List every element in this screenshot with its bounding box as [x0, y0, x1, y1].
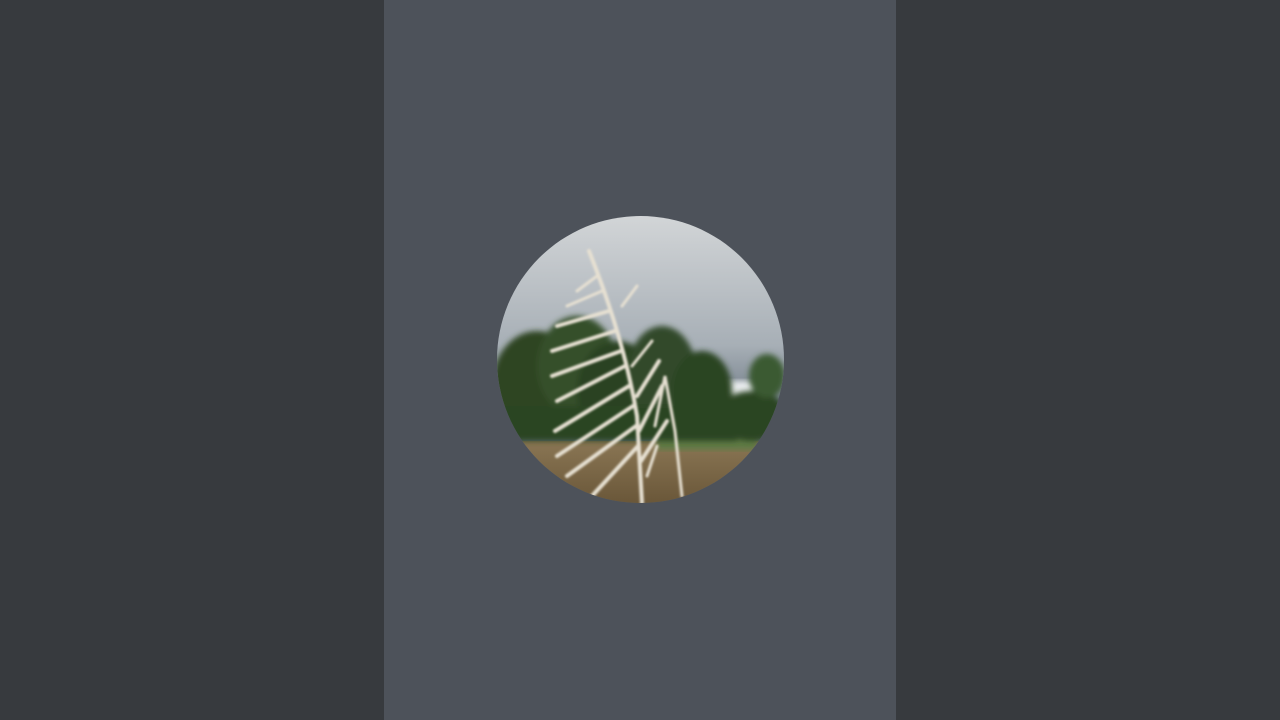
- left-letterbox: [0, 0, 384, 720]
- profile-avatar[interactable]: [497, 216, 784, 503]
- center-video-frame: [384, 0, 896, 720]
- video-screen: [0, 0, 1280, 720]
- right-letterbox: [896, 0, 1280, 720]
- avatar-photo: [497, 216, 784, 503]
